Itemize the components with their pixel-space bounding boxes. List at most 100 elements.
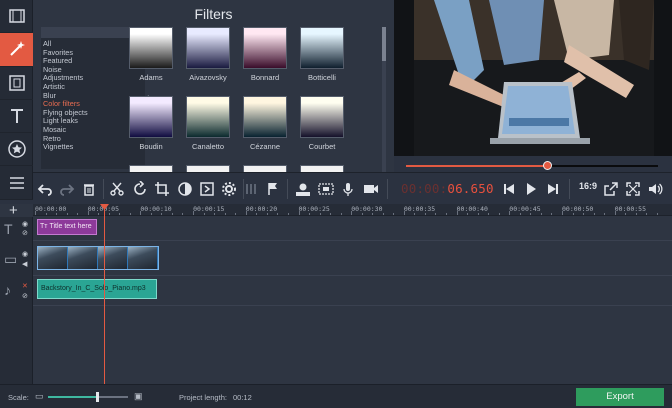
- star-badge-icon: [7, 140, 26, 159]
- ruler-tick: [583, 213, 584, 215]
- ruler-tick: [393, 213, 395, 215]
- titles-tool-button[interactable]: [0, 100, 33, 134]
- filters-panel: Filters × AllFavoritesFeaturedNoiseAdjus…: [33, 0, 394, 172]
- ruler-tick-label: 00:00:25: [298, 205, 330, 213]
- time-ruler[interactable]: 00:00:0000:00:0500:00:1000:00:1500:00:20…: [33, 204, 672, 216]
- previous-frame-button[interactable]: [499, 178, 519, 200]
- seek-track[interactable]: [406, 161, 658, 170]
- filter-thumbnail[interactable]: [186, 165, 230, 172]
- link-icon[interactable]: ⊘: [22, 292, 28, 300]
- filter-thumbnail[interactable]: Boudin: [129, 96, 173, 151]
- more-tools-button[interactable]: [0, 166, 33, 200]
- seek-handle[interactable]: [542, 161, 552, 170]
- import-media-button[interactable]: [0, 0, 33, 34]
- visibility-eye-icon[interactable]: ◉: [22, 220, 28, 228]
- filter-category-item[interactable]: Vignettes: [43, 143, 88, 152]
- ruler-tick: [572, 213, 574, 215]
- filter-thumbnail[interactable]: [300, 165, 344, 172]
- title-track-header: T ◉ ⊘: [0, 217, 33, 241]
- filter-thumbnail-swatch: [243, 27, 287, 69]
- mute-speaker-icon[interactable]: ◀: [22, 260, 27, 268]
- video-camera-icon: [364, 185, 378, 193]
- video-preview[interactable]: [394, 0, 672, 156]
- delete-button[interactable]: [79, 178, 99, 200]
- fullscreen-button[interactable]: [623, 178, 643, 200]
- stabilize-button[interactable]: [197, 178, 217, 200]
- ruler-tick: [351, 211, 353, 215]
- mute-track-icon[interactable]: ✕: [22, 282, 28, 290]
- filter-thumbnail[interactable]: Courbet: [300, 96, 344, 151]
- add-logo-button[interactable]: [293, 178, 313, 200]
- ruler-tick: [519, 213, 521, 215]
- filter-thumbnail[interactable]: Aivazovsky: [186, 27, 230, 82]
- rotate-button[interactable]: [130, 178, 150, 200]
- ruler-tick: [35, 211, 36, 215]
- scrollbar-thumb[interactable]: [382, 27, 386, 61]
- filter-thumbnail[interactable]: Canaletto: [186, 96, 230, 151]
- scale-slider[interactable]: [48, 392, 128, 402]
- filter-thumbnail[interactable]: Botticelli: [300, 27, 344, 82]
- clip-properties-button[interactable]: [219, 178, 239, 200]
- crop-icon: [155, 182, 169, 196]
- video-clip[interactable]: [37, 246, 159, 270]
- undo-icon: [37, 184, 52, 196]
- add-marker-button[interactable]: [263, 178, 283, 200]
- next-frame-button[interactable]: [543, 178, 563, 200]
- filter-thumbnail[interactable]: [243, 165, 287, 172]
- ruler-tick: [129, 213, 131, 215]
- record-screen-button[interactable]: [361, 178, 381, 200]
- volume-button[interactable]: [645, 178, 665, 200]
- speaker-icon: [649, 183, 663, 195]
- transitions-tool-button[interactable]: [0, 67, 33, 100]
- filter-thumbnail-label: Cézanne: [249, 142, 281, 151]
- filters-tool-button[interactable]: [0, 33, 33, 67]
- preview-frame-image: [394, 0, 672, 156]
- split-button[interactable]: [107, 178, 127, 200]
- equalizer-button[interactable]: [241, 178, 261, 200]
- color-adjust-button[interactable]: [175, 178, 195, 200]
- aspect-ratio-button[interactable]: 16:9: [579, 181, 597, 191]
- zoom-out-icon[interactable]: ▭: [35, 391, 44, 402]
- stickers-tool-button[interactable]: [0, 133, 33, 167]
- detach-preview-button[interactable]: [601, 178, 621, 200]
- ruler-tick-label: 00:00:30: [351, 205, 383, 213]
- ruler-tick: [625, 213, 627, 215]
- ruler-tick: [98, 213, 100, 215]
- skip-forward-icon: [548, 184, 558, 194]
- title-track[interactable]: [33, 217, 672, 241]
- playhead-line[interactable]: [104, 204, 105, 384]
- video-clip-frame: [98, 247, 127, 269]
- ruler-tick: [562, 211, 563, 215]
- title-clip-text: Title text here: [49, 223, 92, 230]
- ruler-tick: [498, 213, 500, 215]
- preview-seek-bar[interactable]: [394, 156, 672, 172]
- filter-thumbnail[interactable]: Adams: [129, 27, 173, 82]
- picture-in-picture-button[interactable]: [316, 178, 336, 200]
- scale-slider-handle[interactable]: [96, 392, 100, 402]
- play-button[interactable]: [521, 178, 541, 200]
- crop-button[interactable]: [152, 178, 172, 200]
- filters-scrollbar[interactable]: [382, 27, 386, 172]
- ruler-tick-label: 00:00:20: [245, 205, 278, 213]
- filter-thumbnail[interactable]: [129, 165, 173, 172]
- filter-thumbnail[interactable]: Cézanne: [243, 96, 287, 151]
- ruler-tick: [445, 213, 447, 215]
- audio-track-header: ♪ ✕ ⊘: [0, 276, 33, 306]
- undo-button[interactable]: [35, 178, 55, 200]
- filter-thumbnail-swatch: [300, 27, 344, 69]
- zoom-in-icon[interactable]: ▣: [134, 391, 143, 402]
- redo-button[interactable]: [57, 178, 77, 200]
- transition-icon: [200, 182, 214, 196]
- audio-clip[interactable]: Backstory_In_C_Solo_Piano.mp3: [37, 279, 157, 299]
- filter-thumbnail[interactable]: Bonnard: [243, 27, 287, 82]
- ruler-tick: [309, 213, 310, 215]
- ruler-tick: [287, 213, 289, 215]
- visibility-eye-icon[interactable]: ◉: [22, 250, 28, 258]
- list-menu-icon: [9, 176, 24, 189]
- record-voice-button[interactable]: [338, 178, 358, 200]
- title-clip[interactable]: Tт Title text here: [37, 219, 97, 235]
- ruler-tick: [87, 211, 89, 215]
- trash-icon: [84, 184, 94, 196]
- link-icon[interactable]: ⊘: [22, 229, 28, 237]
- export-button[interactable]: Export: [576, 388, 664, 406]
